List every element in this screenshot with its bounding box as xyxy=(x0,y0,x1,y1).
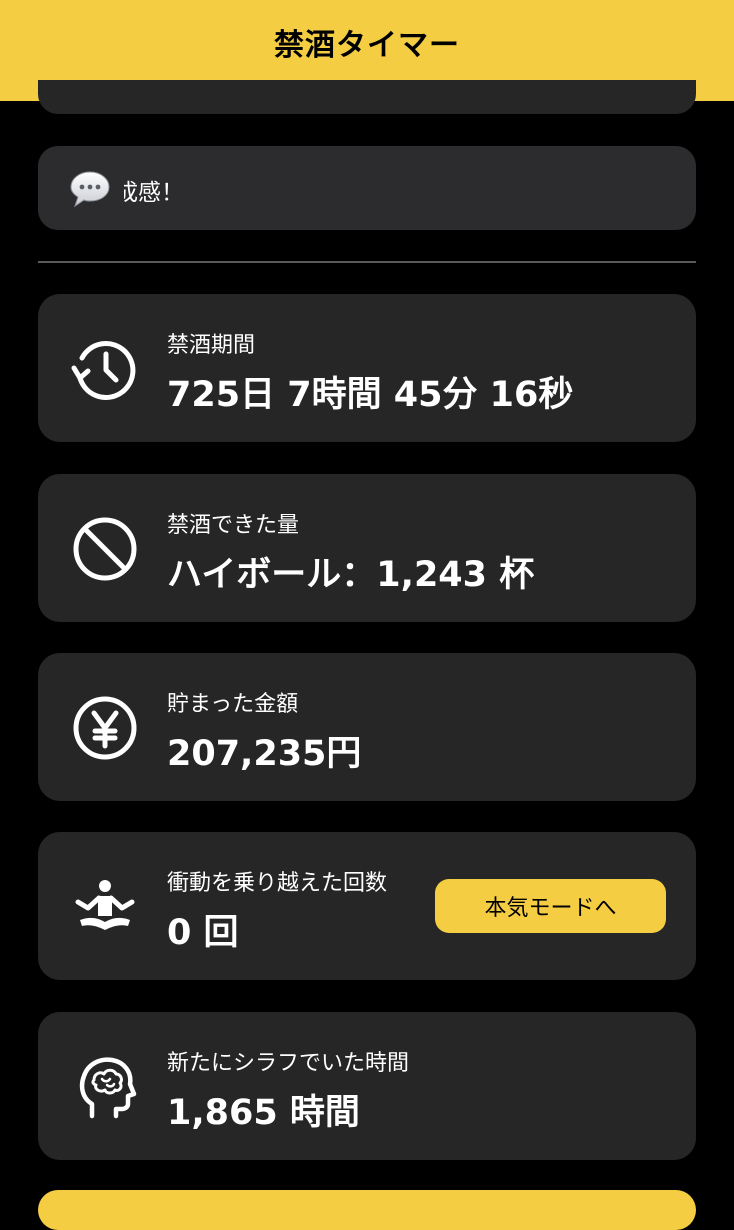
message-text: 成感！ xyxy=(124,180,184,206)
stat-card-drinks-avoided: 禁酒できた量 ハイボール：1,243 杯 xyxy=(38,474,696,622)
stat-card-money-saved: 貯まった金額 207,235円 xyxy=(38,653,696,801)
stat-label: 禁酒できた量 xyxy=(167,513,300,538)
yen-icon xyxy=(73,696,137,760)
message-ticker: 成感！ xyxy=(124,146,664,230)
app-title: 禁酒タイマー xyxy=(274,27,460,63)
history-clock-icon xyxy=(71,341,136,400)
message-card: 成感！ xyxy=(38,146,696,230)
bottom-action-button[interactable] xyxy=(38,1190,696,1230)
serious-mode-button[interactable]: 本気モードへ xyxy=(435,879,666,933)
meditation-icon xyxy=(75,880,135,930)
stat-value: 1,865 時間 xyxy=(167,1093,360,1133)
divider xyxy=(38,261,696,263)
stat-value: 207,235円 xyxy=(167,734,362,774)
previous-card-edge xyxy=(38,80,696,114)
stat-label: 禁酒期間 xyxy=(167,333,256,358)
stat-card-abstinence-period: 禁酒期間 725日 7時間 45分 16秒 xyxy=(38,294,696,442)
brain-head-icon xyxy=(79,1057,137,1119)
stat-card-sober-hours: 新たにシラフでいた時間 1,865 時間 xyxy=(38,1012,696,1160)
stat-label: 新たにシラフでいた時間 xyxy=(167,1051,410,1076)
stat-card-urges-overcome: 衝動を乗り越えた回数 0 回 本気モードへ xyxy=(38,832,696,980)
prohibited-icon xyxy=(73,517,137,581)
stat-value: 725日 7時間 45分 16秒 xyxy=(167,375,574,415)
stat-value: ハイボール：1,243 杯 xyxy=(167,555,535,595)
stat-label: 衝動を乗り越えた回数 xyxy=(167,871,388,896)
stat-label: 貯まった金額 xyxy=(167,692,299,717)
speech-bubble-icon xyxy=(70,171,110,208)
stat-value: 0 回 xyxy=(167,913,239,953)
